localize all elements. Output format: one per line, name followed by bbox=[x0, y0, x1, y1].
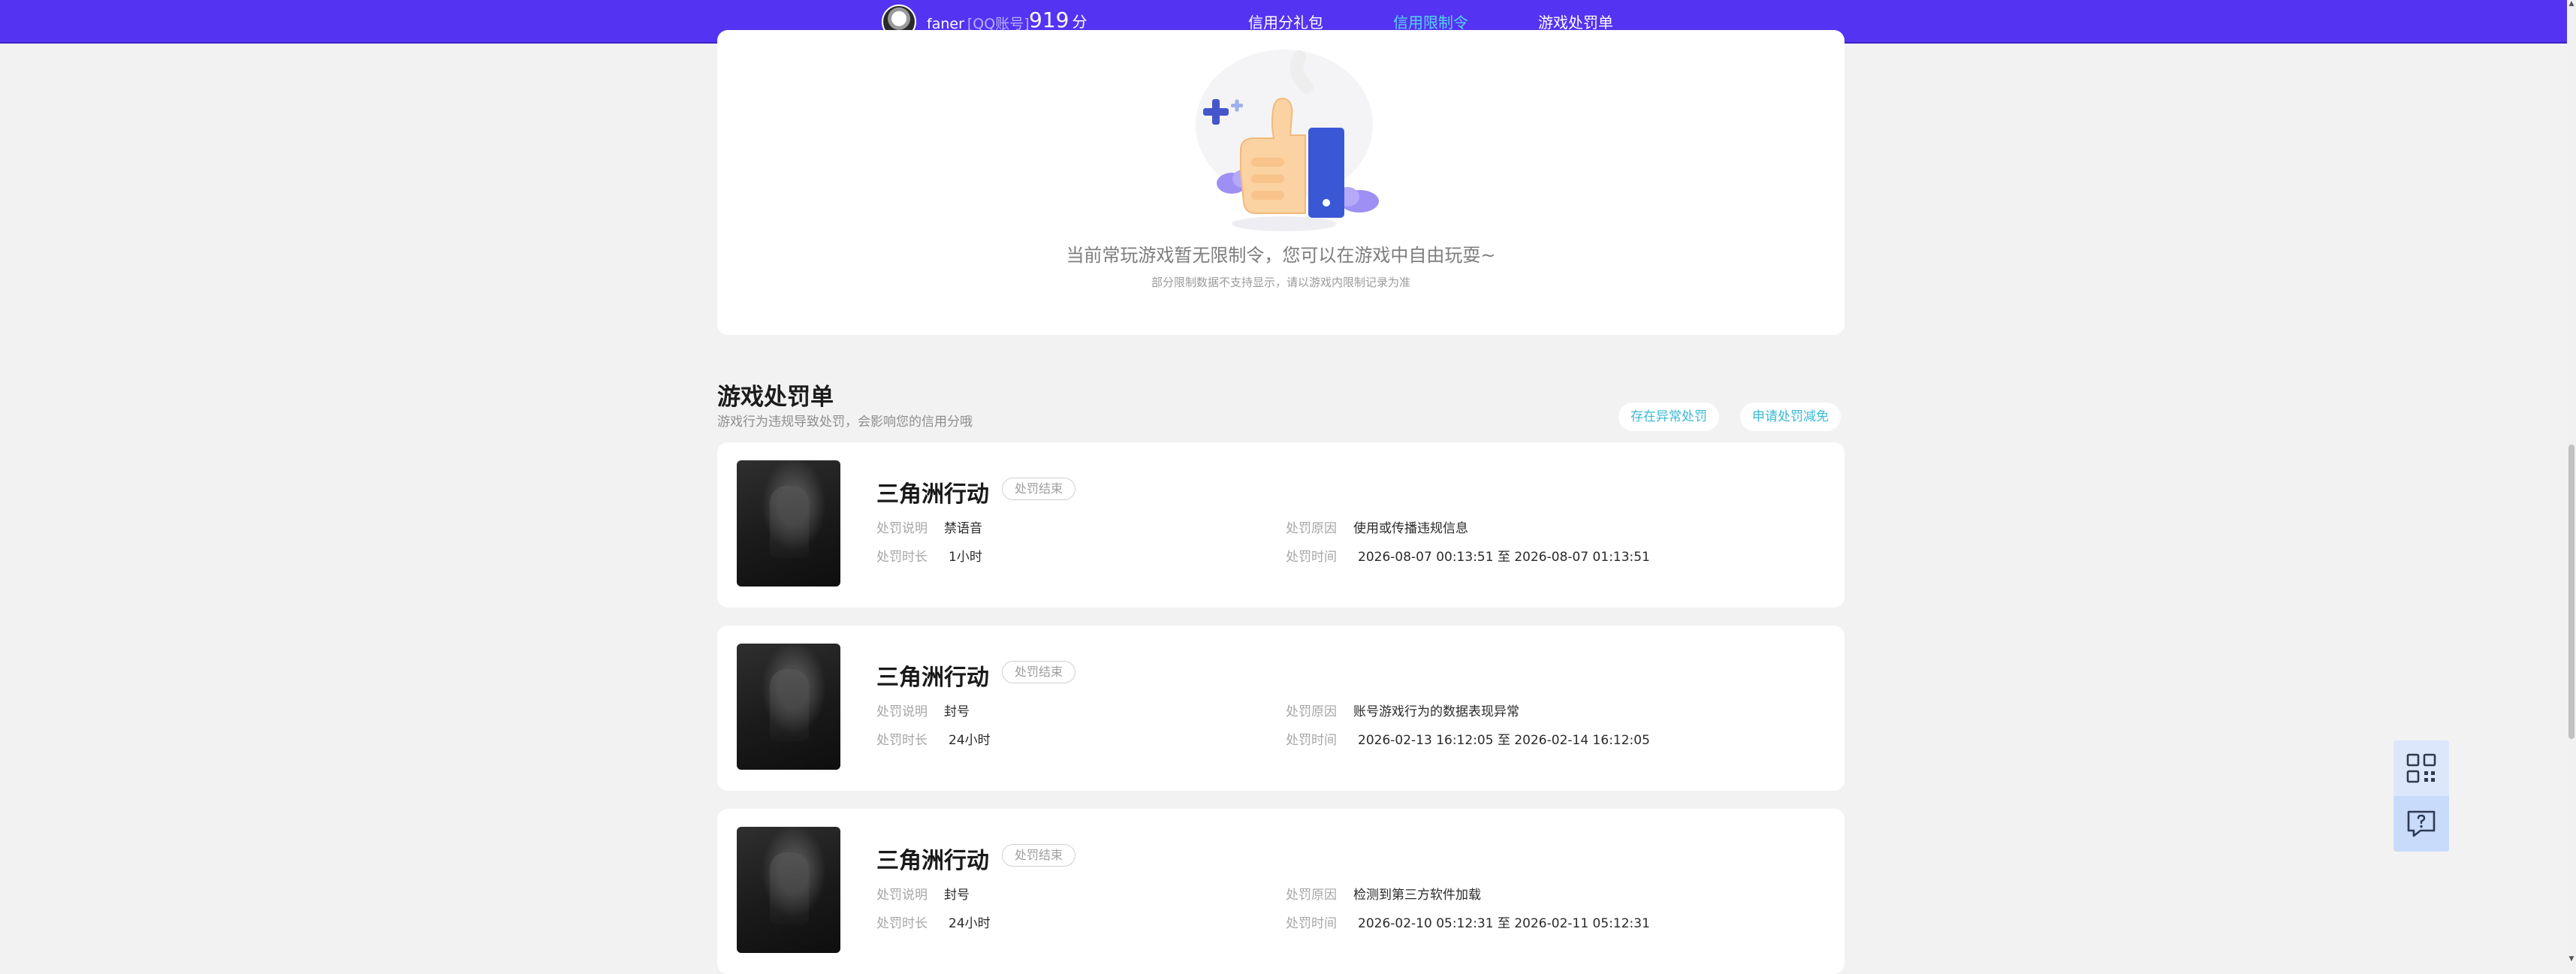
penalty-time-value: 2026-02-10 05:12:31 至 2026-02-11 05:12:3… bbox=[1358, 916, 1650, 931]
penalty-reason-value: 检测到第三方软件加载 bbox=[1353, 888, 1481, 903]
penalty-card: 三角洲行动 处罚结束 处罚说明 禁语音 处罚时长 1小时 处罚原因 使用或传播违… bbox=[717, 442, 1845, 608]
penalty-desc-label: 处罚说明 bbox=[876, 704, 928, 719]
penalty-desc-value: 禁语音 bbox=[944, 521, 982, 536]
penalty-time-label: 处罚时间 bbox=[1286, 916, 1337, 931]
tab-credit-restriction[interactable]: 信用限制令 bbox=[1393, 11, 1468, 43]
game-name: 三角洲行动 bbox=[876, 848, 989, 874]
penalty-desc-label: 处罚说明 bbox=[876, 888, 928, 903]
game-name: 三角洲行动 bbox=[876, 665, 989, 691]
penalty-duration-value: 24小时 bbox=[949, 916, 991, 931]
empty-state-subtitle: 部分限制数据不支持显示，请以游戏内限制记录为准 bbox=[1151, 276, 1410, 289]
game-thumbnail bbox=[737, 460, 840, 587]
scroll-up-arrow-icon[interactable]: ▲ bbox=[2567, 0, 2576, 8]
abnormal-penalty-button[interactable]: 存在异常处罚 bbox=[1618, 403, 1719, 431]
game-thumbnail bbox=[737, 644, 840, 770]
penalty-reason-value: 使用或传播违规信息 bbox=[1353, 521, 1468, 536]
penalty-desc-value: 封号 bbox=[944, 888, 970, 903]
penalty-duration-label: 处罚时长 bbox=[876, 550, 928, 565]
restriction-status-card: 当前常玩游戏暂无限制令，您可以在游戏中自由玩耍~ 部分限制数据不支持显示，请以游… bbox=[717, 30, 1845, 335]
empty-state-title: 当前常玩游戏暂无限制令，您可以在游戏中自由玩耍~ bbox=[1066, 245, 1496, 266]
tab-credit-gift[interactable]: 信用分礼包 bbox=[1248, 11, 1323, 32]
penalty-card: 三角洲行动 处罚结束 处罚说明 封号 处罚时长 24小时 处罚原因 检测到第三方… bbox=[717, 809, 1845, 974]
game-name: 三角洲行动 bbox=[876, 481, 989, 508]
penalty-duration-label: 处罚时长 bbox=[876, 916, 928, 931]
status-badge: 处罚结束 bbox=[1002, 661, 1076, 683]
penalty-duration-value: 1小时 bbox=[949, 550, 982, 565]
game-thumbnail bbox=[737, 827, 840, 953]
penalty-duration-label: 处罚时长 bbox=[876, 733, 928, 748]
credit-score: 919 分 bbox=[1029, 8, 1087, 32]
credit-score-value: 919 bbox=[1029, 8, 1069, 32]
chat-question-icon bbox=[2407, 810, 2436, 837]
tab-game-penalty[interactable]: 游戏处罚单 bbox=[1538, 11, 1613, 32]
penalty-reason-label: 处罚原因 bbox=[1286, 888, 1337, 903]
scroll-down-arrow-icon[interactable]: ▼ bbox=[2567, 955, 2576, 963]
penalty-section-description: 游戏行为违规导致处罚，会影响您的信用分哦 bbox=[717, 415, 973, 430]
credit-score-unit: 分 bbox=[1072, 13, 1087, 31]
status-badge: 处罚结束 bbox=[1002, 844, 1076, 867]
penalty-time-label: 处罚时间 bbox=[1286, 733, 1337, 748]
penalty-desc-value: 封号 bbox=[944, 704, 970, 719]
penalty-reason-label: 处罚原因 bbox=[1286, 521, 1337, 536]
penalty-duration-value: 24小时 bbox=[949, 733, 991, 748]
page-scrollbar[interactable]: ▲ ▼ bbox=[2567, 0, 2576, 965]
tab-credit-restriction-label: 信用限制令 bbox=[1393, 14, 1468, 32]
scrollbar-thumb[interactable] bbox=[2568, 445, 2574, 739]
apply-penalty-reduction-button[interactable]: 申请处罚减免 bbox=[1740, 403, 1841, 431]
qrcode-button[interactable] bbox=[2394, 740, 2449, 796]
penalty-time-label: 处罚时间 bbox=[1286, 550, 1337, 565]
penalty-desc-label: 处罚说明 bbox=[876, 521, 928, 536]
qrcode-icon bbox=[2406, 753, 2436, 783]
floating-toolbar bbox=[2394, 740, 2449, 852]
status-badge: 处罚结束 bbox=[1002, 478, 1076, 500]
penalty-card: 三角洲行动 处罚结束 处罚说明 封号 处罚时长 24小时 处罚原因 账号游戏行为… bbox=[717, 626, 1845, 791]
penalty-reason-value: 账号游戏行为的数据表现异常 bbox=[1353, 704, 1519, 719]
penalty-reason-label: 处罚原因 bbox=[1286, 704, 1337, 719]
thumbs-up-illustration-icon bbox=[1196, 50, 1379, 231]
penalty-section-title: 游戏处罚单 bbox=[717, 384, 834, 411]
help-feedback-button[interactable] bbox=[2394, 796, 2449, 852]
penalty-time-value: 2026-02-13 16:12:05 至 2026-02-14 16:12:0… bbox=[1358, 733, 1650, 748]
penalty-time-value: 2026-08-07 00:13:51 至 2026-08-07 01:13:5… bbox=[1358, 550, 1650, 565]
